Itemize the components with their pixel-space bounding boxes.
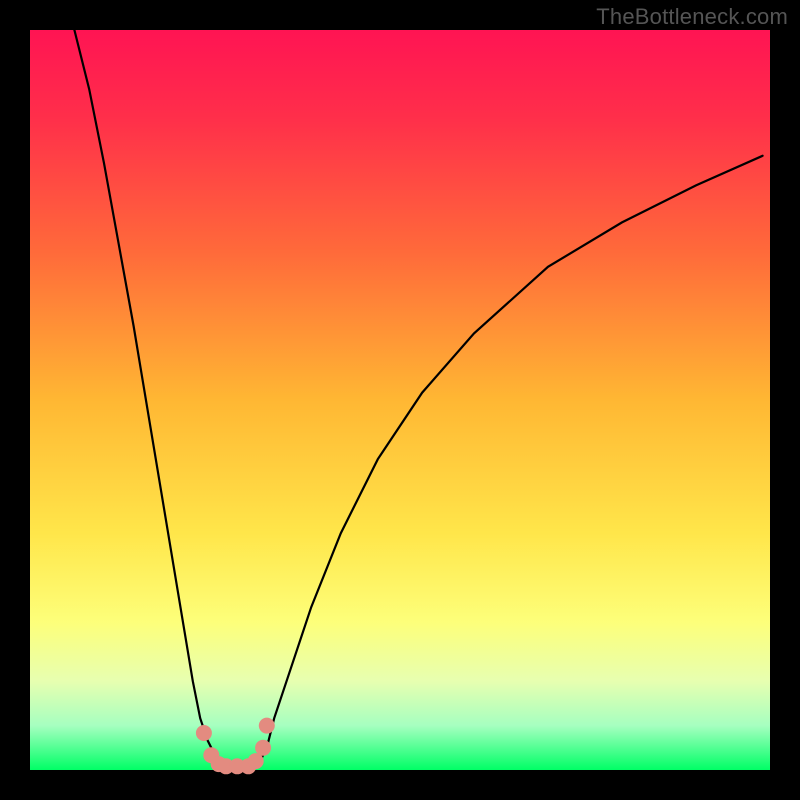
- bottleneck-chart: [0, 0, 800, 800]
- watermark-text: TheBottleneck.com: [596, 4, 788, 30]
- chart-frame: TheBottleneck.com: [0, 0, 800, 800]
- valley-marker: [255, 740, 271, 756]
- valley-marker: [259, 718, 275, 734]
- valley-marker: [196, 725, 212, 741]
- plot-background: [30, 30, 770, 770]
